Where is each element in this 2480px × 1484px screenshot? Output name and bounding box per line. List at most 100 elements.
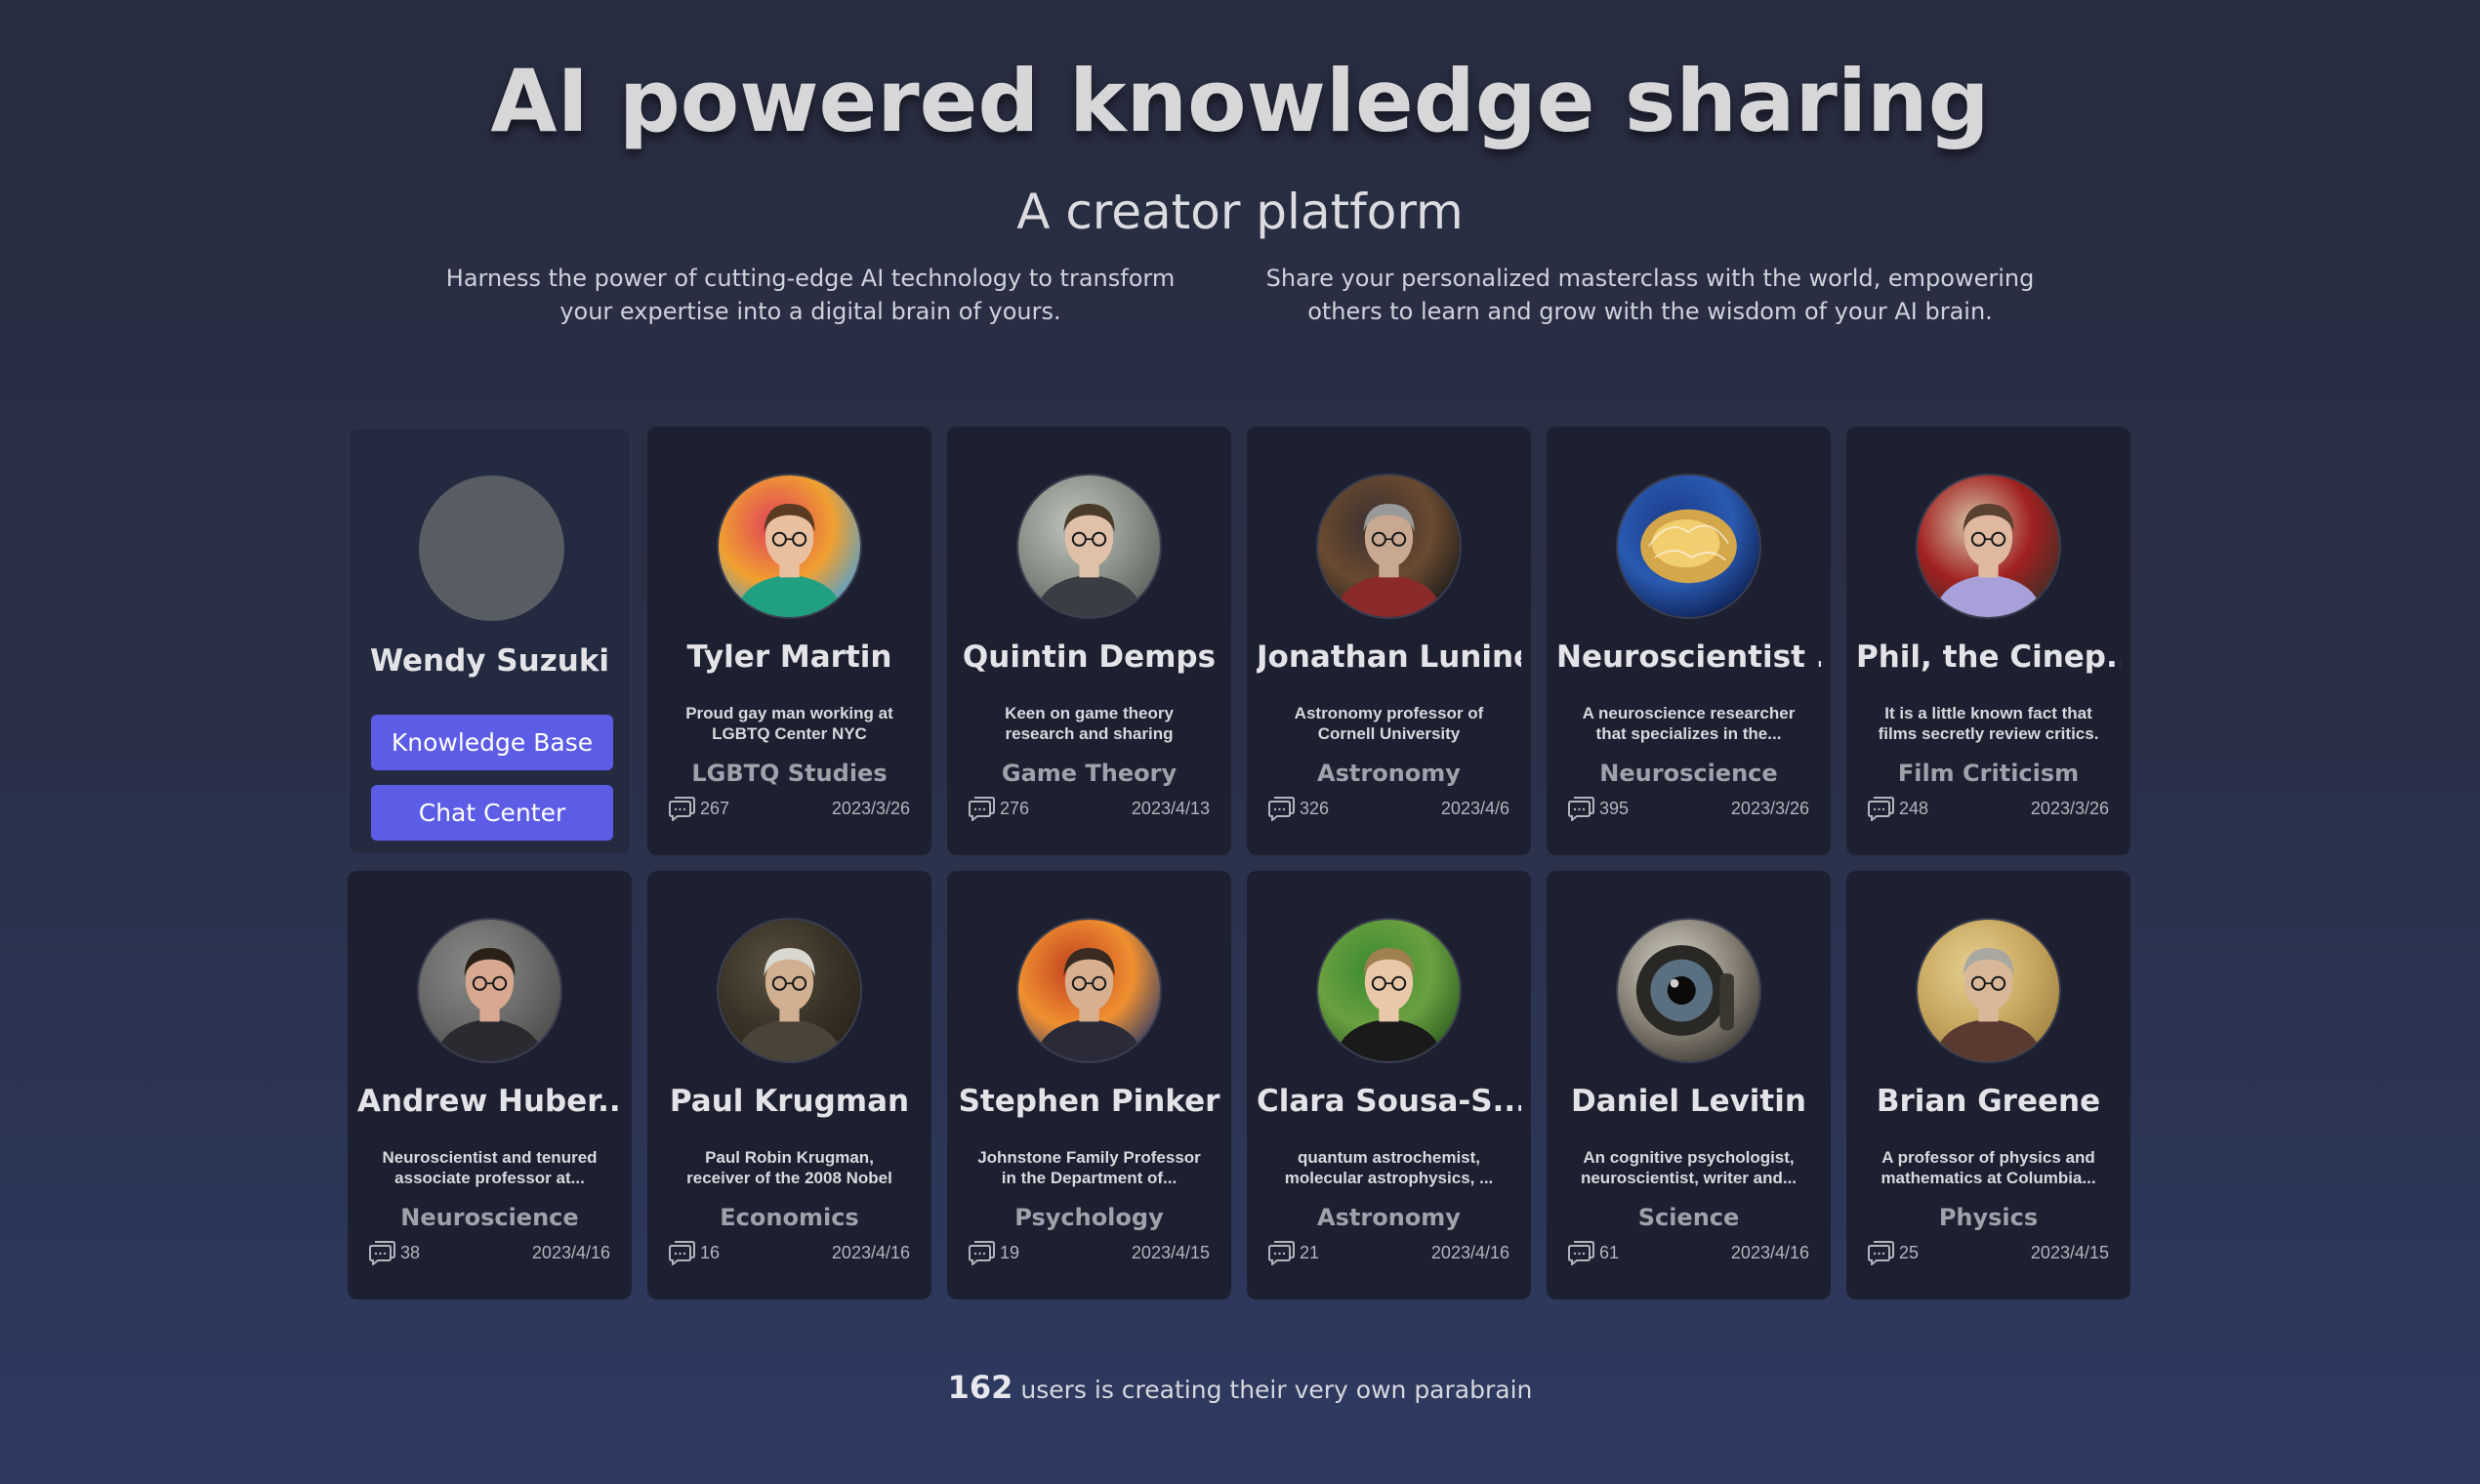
- creator-avatar: [1916, 474, 2061, 619]
- chat-count: 21: [1300, 1242, 1320, 1262]
- chat-count: 248: [1899, 798, 1929, 818]
- creator-card[interactable]: Jonathan Lunine Astronomy professor of C…: [1247, 427, 1531, 855]
- creator-name: Andrew Huber...: [357, 1084, 622, 1119]
- chat-count: 38: [400, 1242, 421, 1262]
- creator-category: Film Criticism: [1897, 760, 2080, 787]
- creator-bio: Astronomy professor of Cornell Universit…: [1294, 704, 1484, 743]
- creator-name: Daniel Levitin: [1571, 1084, 1806, 1119]
- creator-meta: 25 2023/4/15: [1868, 1240, 2109, 1265]
- creator-bio: It is a little known fact that films sec…: [1878, 704, 2099, 743]
- creator-date: 2023/3/26: [831, 798, 910, 818]
- creator-name: Quintin Demps: [962, 639, 1217, 675]
- creator-avatar: [417, 918, 562, 1063]
- user-count-text: users is creating their very own parabra…: [1013, 1376, 1533, 1404]
- chat-count: 395: [1599, 798, 1630, 818]
- creator-bio: A professor of physics and mathematics a…: [1881, 1148, 2096, 1187]
- chat-bubble-icon: [1568, 1240, 1599, 1265]
- creator-avatar: [1016, 474, 1162, 619]
- chat-bubble-icon: [969, 796, 1000, 821]
- creator-card[interactable]: Andrew Huber... Neuroscientist and tenur…: [348, 871, 632, 1299]
- creator-bio: quantum astrochemist, molecular astrophy…: [1284, 1148, 1494, 1187]
- creator-date: 2023/4/13: [1131, 798, 1210, 818]
- description-right: Share your personalized masterclass with…: [1265, 265, 2035, 325]
- user-count: 162: [947, 1369, 1013, 1406]
- creator-card[interactable]: Tyler Martin Proud gay man working at LG…: [647, 427, 931, 855]
- creator-name: Clara Sousa-S...: [1257, 1084, 1521, 1119]
- chat-count: 19: [1000, 1242, 1020, 1262]
- creator-card[interactable]: Brian Greene A professor of physics and …: [1846, 871, 2130, 1299]
- chat-count: 25: [1899, 1242, 1920, 1262]
- creator-card[interactable]: Clara Sousa-S... quantum astrochemist, m…: [1247, 871, 1531, 1299]
- creator-date: 2023/4/15: [1131, 1242, 1210, 1262]
- chat-center-button[interactable]: Chat Center: [371, 785, 613, 841]
- creator-name: Neuroscientist ...: [1556, 639, 1821, 675]
- creator-name: Brian Greene: [1876, 1084, 2101, 1119]
- creator-meta: 248 2023/3/26: [1868, 796, 2109, 821]
- chat-bubble-icon: [1268, 1240, 1300, 1265]
- creator-card[interactable]: Quintin Demps Keen on game theory resear…: [947, 427, 1231, 855]
- creator-bio: Proud gay man working at LGBTQ Center NY…: [685, 704, 893, 743]
- my-profile-card: Wendy Suzuki Knowledge Base Chat Center: [348, 427, 632, 855]
- description-left: Harness the power of cutting-edge AI tec…: [445, 265, 1176, 325]
- creator-avatar: [1316, 918, 1462, 1063]
- creator-meta: 276 2023/4/13: [969, 796, 1210, 821]
- creator-avatar: [717, 474, 862, 619]
- creator-name: Jonathan Lunine: [1257, 639, 1521, 675]
- page-subtitle: A creator platform: [1016, 184, 1464, 240]
- my-avatar: [419, 475, 564, 621]
- creator-date: 2023/3/26: [1730, 798, 1809, 818]
- creator-meta: 61 2023/4/16: [1568, 1240, 1809, 1265]
- creator-card[interactable]: Stephen Pinker Johnstone Family Professo…: [947, 871, 1231, 1299]
- creator-bio: An cognitive psychologist, neuroscientis…: [1580, 1148, 1798, 1187]
- chat-count: 276: [1000, 798, 1030, 818]
- chat-count: 16: [700, 1242, 721, 1262]
- user-count-footer: 162 users is creating their very own par…: [0, 1369, 2480, 1406]
- chat-bubble-icon: [669, 796, 700, 821]
- chat-bubble-icon: [1868, 796, 1899, 821]
- creator-date: 2023/3/26: [2030, 798, 2109, 818]
- chat-count: 267: [700, 798, 730, 818]
- chat-bubble-icon: [1568, 796, 1599, 821]
- creator-category: Economics: [720, 1204, 859, 1231]
- creator-category: Psychology: [1014, 1204, 1164, 1231]
- creator-meta: 19 2023/4/15: [969, 1240, 1210, 1265]
- creator-date: 2023/4/16: [531, 1242, 610, 1262]
- my-name: Wendy Suzuki: [369, 643, 610, 679]
- creator-category: Neuroscience: [400, 1204, 579, 1231]
- creator-meta: 16 2023/4/16: [669, 1240, 910, 1265]
- creator-category: Astronomy: [1317, 1204, 1461, 1231]
- chat-bubble-icon: [1268, 796, 1300, 821]
- creator-meta: 395 2023/3/26: [1568, 796, 1809, 821]
- creator-avatar: [1616, 474, 1761, 619]
- creator-category: Neuroscience: [1599, 760, 1778, 787]
- creator-card[interactable]: Phil, the Cinep... It is a little known …: [1846, 427, 2130, 855]
- creator-name: Tyler Martin: [686, 639, 892, 675]
- chat-bubble-icon: [1868, 1240, 1899, 1265]
- creator-name: Phil, the Cinep...: [1856, 639, 2121, 675]
- creator-category: Science: [1637, 1204, 1740, 1231]
- creator-meta: 38 2023/4/16: [369, 1240, 610, 1265]
- chat-count: 61: [1599, 1242, 1620, 1262]
- creator-category: Physics: [1938, 1204, 2039, 1231]
- creator-bio: Neuroscientist and tenured associate pro…: [382, 1148, 598, 1187]
- creator-avatar: [1616, 918, 1761, 1063]
- chat-bubble-icon: [669, 1240, 700, 1265]
- creator-name: Stephen Pinker: [958, 1084, 1220, 1119]
- chat-bubble-icon: [969, 1240, 1000, 1265]
- chat-count: 326: [1300, 798, 1330, 818]
- creator-date: 2023/4/15: [2030, 1242, 2109, 1262]
- creator-category: Game Theory: [1001, 760, 1178, 787]
- creator-avatar: [1316, 474, 1462, 619]
- creator-avatar: [1016, 918, 1162, 1063]
- creator-avatar: [717, 918, 862, 1063]
- creator-card[interactable]: Daniel Levitin An cognitive psychologist…: [1547, 871, 1831, 1299]
- creator-bio: Johnstone Family Professor in the Depart…: [977, 1148, 1201, 1187]
- creator-date: 2023/4/16: [1430, 1242, 1509, 1262]
- creator-card[interactable]: Neuroscientist ... A neuroscience resear…: [1547, 427, 1831, 855]
- creator-date: 2023/4/16: [1730, 1242, 1809, 1262]
- creator-bio: Paul Robin Krugman, receiver of the 2008…: [686, 1148, 892, 1187]
- knowledge-base-button[interactable]: Knowledge Base: [371, 715, 613, 770]
- creator-meta: 21 2023/4/16: [1268, 1240, 1509, 1265]
- creator-card[interactable]: Paul Krugman Paul Robin Krugman, receive…: [647, 871, 931, 1299]
- creator-grid: Wendy Suzuki Knowledge Base Chat Center …: [348, 427, 2130, 1299]
